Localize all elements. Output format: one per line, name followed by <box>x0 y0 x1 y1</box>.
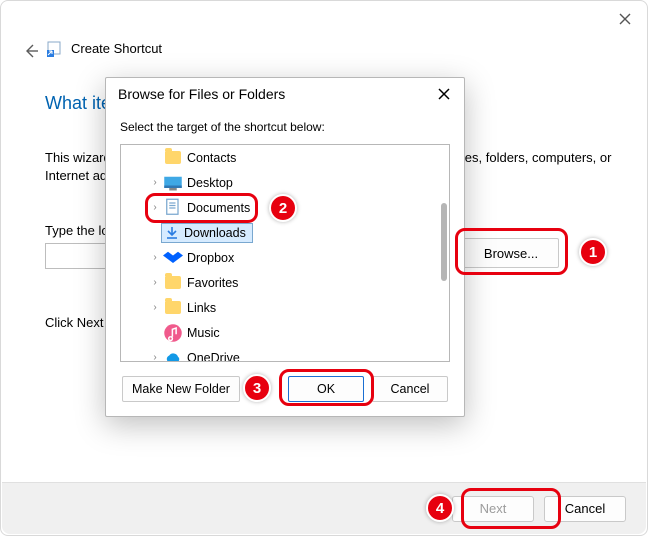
wizard-window: Create Shortcut What ite This wizard hel… <box>0 0 648 536</box>
tree-item-label: Favorites <box>187 276 238 290</box>
tree-item-documents[interactable]: › Documents <box>121 195 449 220</box>
tree-item-label: Contacts <box>187 151 236 165</box>
chevron-right-icon[interactable]: › <box>149 177 161 188</box>
browse-button-label: Browse... <box>484 246 538 261</box>
tree-item-label: OneDrive <box>187 351 240 363</box>
cancel-button[interactable]: Cancel <box>544 496 626 522</box>
tree-item-dropbox[interactable]: › Dropbox <box>121 245 449 270</box>
close-icon[interactable] <box>436 86 452 102</box>
tree-item-links[interactable]: › Links <box>121 295 449 320</box>
scrollbar-thumb[interactable] <box>441 203 447 281</box>
desktop-icon <box>163 173 183 193</box>
tree-item-label: Desktop <box>187 176 233 190</box>
folder-icon <box>163 148 183 168</box>
back-arrow-icon[interactable] <box>23 43 39 59</box>
tree-item-label: Links <box>187 301 216 315</box>
annotation-badge: 1 <box>579 238 607 266</box>
tree-item-favorites[interactable]: › Favorites <box>121 270 449 295</box>
folder-icon <box>163 273 183 293</box>
browse-button[interactable]: Browse... <box>463 238 559 268</box>
shortcut-wizard-icon <box>47 39 65 57</box>
chevron-right-icon[interactable]: › <box>149 202 161 213</box>
wizard-footer: Next Cancel <box>2 482 646 534</box>
tree-item-label: Dropbox <box>187 251 234 265</box>
tree-item-desktop[interactable]: › Desktop <box>121 170 449 195</box>
wizard-title: Create Shortcut <box>71 41 162 56</box>
next-button-label: Next <box>480 501 507 516</box>
tree-item-onedrive[interactable]: › OneDrive <box>121 345 449 362</box>
dialog-title: Browse for Files or Folders <box>118 86 285 102</box>
tree-item-label: Documents <box>187 201 250 215</box>
tree-item-contacts[interactable]: Contacts <box>121 145 449 170</box>
downloads-icon <box>164 225 180 241</box>
chevron-right-icon[interactable]: › <box>149 352 161 362</box>
music-icon <box>163 323 183 343</box>
dialog-subtitle: Select the target of the shortcut below: <box>120 112 450 144</box>
make-new-folder-label: Make New Folder <box>132 382 230 396</box>
folder-tree[interactable]: Contacts › Desktop › Documents <box>120 144 450 362</box>
tree-item-label: Downloads <box>184 226 246 240</box>
browse-dialog: Browse for Files or Folders Select the t… <box>105 77 465 417</box>
dialog-title-bar: Browse for Files or Folders <box>106 78 464 106</box>
dropbox-icon <box>163 248 183 268</box>
tree-item-label: Music <box>187 326 220 340</box>
make-new-folder-button[interactable]: Make New Folder <box>122 376 240 402</box>
ok-button[interactable]: OK <box>288 376 364 402</box>
ok-button-label: OK <box>317 382 335 396</box>
documents-icon <box>163 198 183 218</box>
chevron-right-icon[interactable]: › <box>149 277 161 288</box>
type-location-label: Type the lo <box>45 223 109 238</box>
click-next-label: Click Next <box>45 315 104 330</box>
next-button[interactable]: Next <box>452 496 534 522</box>
chevron-right-icon[interactable]: › <box>149 252 161 263</box>
tree-item-music[interactable]: Music <box>121 320 449 345</box>
cancel-button-label: Cancel <box>391 382 430 396</box>
chevron-right-icon[interactable]: › <box>149 302 161 313</box>
folder-icon <box>163 298 183 318</box>
cancel-button-label: Cancel <box>565 501 605 516</box>
onedrive-icon <box>163 348 183 363</box>
tree-item-downloads[interactable]: Downloads <box>121 220 449 245</box>
cancel-button[interactable]: Cancel <box>372 376 448 402</box>
close-icon[interactable] <box>617 11 633 27</box>
wizard-heading: What ite <box>45 93 111 114</box>
